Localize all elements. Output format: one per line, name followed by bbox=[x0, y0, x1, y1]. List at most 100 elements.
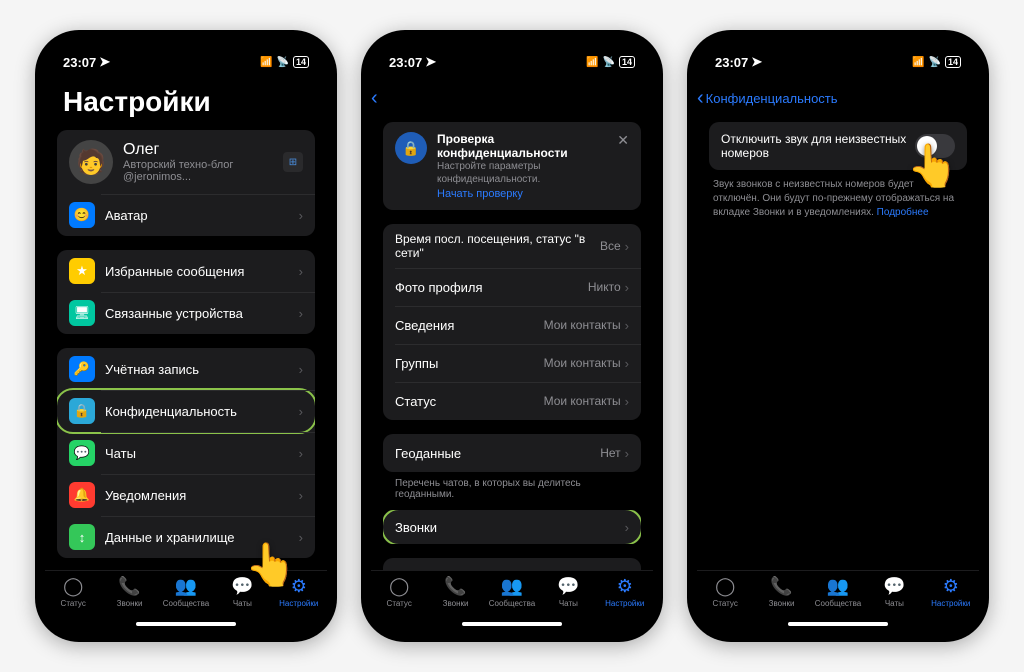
row-status[interactable]: Статус Мои контакты › bbox=[383, 382, 641, 420]
row-favorites[interactable]: ★ Избранные сообщения › bbox=[57, 250, 315, 292]
star-icon: ★ bbox=[69, 258, 95, 284]
screen: 23:07➤ 📶📡14 ‹ Конфиденциальность 🔒 Прове… bbox=[371, 40, 653, 632]
description: Звук звонков с неизвестных номеров будет… bbox=[709, 178, 967, 220]
bubble-icon: 💬 bbox=[883, 575, 905, 597]
tab-label: Чаты bbox=[559, 599, 578, 608]
chevron-right-icon: › bbox=[625, 356, 629, 371]
tab-label: Чаты bbox=[233, 599, 252, 608]
tab-label: Звонки bbox=[769, 599, 795, 608]
back-label: Конфиденциальность bbox=[706, 91, 838, 106]
avatar-icon: 😊 bbox=[69, 202, 95, 228]
chevron-right-icon: › bbox=[299, 264, 303, 279]
row-about[interactable]: Сведения Мои контакты › bbox=[383, 306, 641, 344]
banner-link[interactable]: Начать проверку bbox=[437, 188, 607, 200]
notch bbox=[452, 40, 572, 62]
tab-communities[interactable]: 👥Сообщества bbox=[158, 575, 214, 608]
screen: 23:07➤ 📶📡14 Настройки 🧑 Олег Авторский т… bbox=[45, 40, 327, 632]
chevron-right-icon: › bbox=[625, 446, 629, 461]
label: Статус bbox=[395, 394, 544, 409]
gear-icon: ⚙ bbox=[617, 575, 633, 597]
devices-icon: 🖥 bbox=[69, 300, 95, 326]
tab-chats[interactable]: 💬Чаты bbox=[540, 575, 596, 608]
label: Звонки bbox=[395, 520, 625, 535]
back-button[interactable]: ‹Конфиденциальность bbox=[697, 87, 838, 110]
tab-settings[interactable]: ⚙Настройки bbox=[923, 575, 979, 608]
privacy-check-banner: 🔒 Проверка конфиденциальности Настройте … bbox=[383, 122, 641, 210]
close-icon[interactable]: ✕ bbox=[617, 132, 629, 200]
row-linked[interactable]: 🖥 Связанные устройства › bbox=[57, 292, 315, 334]
status-icon: ◯ bbox=[389, 575, 409, 597]
row-blocked[interactable]: Заблокированные 12 контактов › bbox=[383, 558, 641, 570]
tab-status[interactable]: ◯Статус bbox=[697, 575, 753, 608]
avatar-label: Аватар bbox=[105, 208, 299, 223]
profile-row[interactable]: 🧑 Олег Авторский техно-блог @jeronimos..… bbox=[57, 130, 315, 194]
row-account[interactable]: 🔑 Учётная запись › bbox=[57, 348, 315, 390]
tab-calls[interactable]: 📞Звонки bbox=[101, 575, 157, 608]
status-time: 23:07 bbox=[63, 55, 96, 70]
value: Нет bbox=[600, 446, 620, 460]
chat-icon: 💬 bbox=[69, 440, 95, 466]
phone-calls: 23:07➤ 📶📡14 ‹Конфиденциальность Звонки О… bbox=[687, 30, 989, 642]
avatar-row[interactable]: 😊 Аватар › bbox=[57, 194, 315, 236]
row-chats[interactable]: 💬 Чаты › bbox=[57, 432, 315, 474]
chevron-right-icon: › bbox=[299, 306, 303, 321]
row-calls[interactable]: Звонки › bbox=[383, 510, 641, 544]
signal-icon: 📶 bbox=[912, 57, 924, 68]
row-storage[interactable]: ↕ Данные и хранилище › bbox=[57, 516, 315, 558]
status-icon: ◯ bbox=[63, 575, 83, 597]
toggle-switch[interactable] bbox=[915, 134, 955, 158]
row-lastseen[interactable]: Время посл. посещения, статус "в сети" В… bbox=[383, 224, 641, 268]
chevron-right-icon: › bbox=[625, 570, 629, 571]
home-indicator bbox=[788, 622, 888, 626]
screen: 23:07➤ 📶📡14 ‹Конфиденциальность Звонки О… bbox=[697, 40, 979, 632]
profile-group: 🧑 Олег Авторский техно-блог @jeronimos..… bbox=[57, 130, 315, 236]
tab-communities[interactable]: 👥Сообщества bbox=[810, 575, 866, 608]
nav-title: Конфиденциальность bbox=[435, 90, 589, 106]
banner-title: Проверка конфиденциальности bbox=[437, 132, 607, 160]
phone-icon: 📞 bbox=[770, 575, 792, 597]
group-favorites: ★ Избранные сообщения › 🖥 Связанные устр… bbox=[57, 250, 315, 334]
row-privacy[interactable]: 🔒 Конфиденциальность › bbox=[57, 388, 315, 434]
tab-status[interactable]: ◯ Статус bbox=[371, 575, 427, 608]
tab-status[interactable]: ◯Статус bbox=[45, 575, 101, 608]
tab-chats[interactable]: 💬Чаты bbox=[214, 575, 270, 608]
tab-calls[interactable]: 📞Звонки bbox=[427, 575, 483, 608]
chevron-right-icon: › bbox=[299, 362, 303, 377]
label: Время посл. посещения, статус "в сети" bbox=[395, 232, 600, 260]
qr-icon[interactable]: ⊞ bbox=[283, 152, 303, 172]
row-photo[interactable]: Фото профиля Никто › bbox=[383, 268, 641, 306]
tab-calls[interactable]: 📞 Звонки bbox=[753, 575, 809, 608]
wifi-icon: 📡 bbox=[603, 57, 615, 68]
nav-header: ‹ Конфиденциальность bbox=[371, 80, 653, 116]
row-groups[interactable]: Группы Мои контакты › bbox=[383, 344, 641, 382]
tab-label: Настройки bbox=[605, 599, 644, 608]
label: Уведомления bbox=[105, 488, 299, 503]
chevron-right-icon: › bbox=[625, 394, 629, 409]
key-icon: 🔑 bbox=[69, 356, 95, 382]
content: Отключить звук для неизвестных номеров З… bbox=[697, 122, 979, 570]
row-notifications[interactable]: 🔔 Уведомления › bbox=[57, 474, 315, 516]
group-account: 🔑 Учётная запись › 🔒 Конфиденциальность … bbox=[57, 348, 315, 558]
avatar: 🧑 bbox=[69, 140, 113, 184]
wifi-icon: 📡 bbox=[277, 57, 289, 68]
label: Конфиденциальность bbox=[105, 404, 299, 419]
chevron-right-icon: › bbox=[625, 520, 629, 535]
learn-more-link[interactable]: Подробнее bbox=[877, 207, 929, 218]
chevron-right-icon: › bbox=[299, 208, 303, 223]
tab-settings[interactable]: ⚙ Настройки bbox=[271, 575, 327, 608]
geo-hint: Перечень чатов, в которых вы делитесь ге… bbox=[383, 478, 641, 510]
tab-chats[interactable]: 💬Чаты bbox=[866, 575, 922, 608]
back-button[interactable]: ‹ bbox=[371, 87, 378, 110]
row-geo[interactable]: Геоданные Нет › bbox=[383, 434, 641, 472]
tab-label: Настройки bbox=[279, 599, 318, 608]
label: Заблокированные bbox=[395, 570, 549, 571]
chevron-right-icon: › bbox=[625, 280, 629, 295]
value: Все bbox=[600, 239, 621, 253]
tab-label: Статус bbox=[387, 599, 412, 608]
chevron-right-icon: › bbox=[625, 318, 629, 333]
tab-settings[interactable]: ⚙ Настройки bbox=[597, 575, 653, 608]
tab-communities[interactable]: 👥Сообщества bbox=[484, 575, 540, 608]
label: Фото профиля bbox=[395, 280, 588, 295]
gear-icon: ⚙ bbox=[291, 575, 307, 597]
status-time: 23:07 bbox=[389, 55, 422, 70]
